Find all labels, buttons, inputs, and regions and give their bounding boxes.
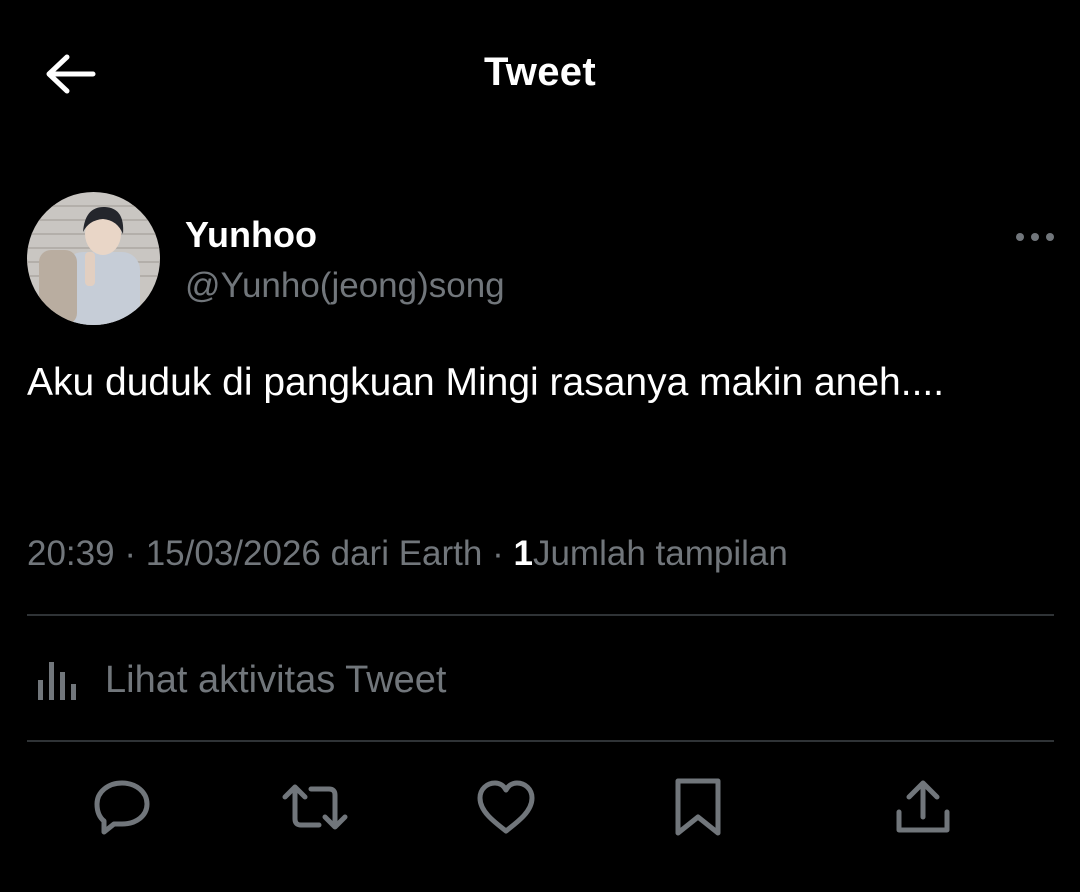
views-count: 1 — [513, 534, 533, 573]
retweet-icon — [282, 784, 348, 830]
divider — [27, 614, 1054, 616]
tweet-text: Aku duduk di pangkuan Mingi rasanya maki… — [27, 361, 945, 404]
tweet-activity-link[interactable]: Lihat aktivitas Tweet — [27, 640, 446, 720]
divider — [27, 740, 1054, 742]
retweet-button[interactable] — [280, 772, 350, 842]
tweet-date[interactable]: 15/03/2026 — [146, 534, 321, 573]
reply-icon — [94, 780, 150, 835]
bookmark-button[interactable] — [663, 772, 733, 842]
author-name[interactable]: Yunhoo — [185, 214, 317, 256]
avatar[interactable] — [27, 192, 160, 325]
top-bar: Tweet — [0, 0, 1080, 150]
bookmark-icon — [675, 778, 721, 836]
share-button[interactable] — [888, 772, 958, 842]
tweet-activity-label: Lihat aktivitas Tweet — [105, 658, 447, 701]
reply-button[interactable] — [87, 772, 157, 842]
meta-separator: · — [492, 534, 504, 573]
tweet-time: 20:39 — [27, 534, 115, 573]
heart-icon — [477, 780, 535, 834]
like-button[interactable] — [471, 772, 541, 842]
meta-separator: · — [124, 534, 136, 573]
tweet-source: dari Earth — [330, 534, 483, 573]
more-options-button[interactable] — [1010, 222, 1060, 252]
tweet-meta: 20:39 · 15/03/2026 dari Earth · 1Jumlah … — [27, 534, 788, 574]
views-label: Jumlah tampilan — [532, 534, 788, 573]
analytics-bars-icon — [27, 650, 87, 710]
share-icon — [896, 780, 950, 833]
author-handle[interactable]: @Yunho(jeong)song — [185, 266, 505, 306]
page-title: Tweet — [484, 50, 596, 94]
avatar-photo — [27, 192, 160, 325]
more-horizontal-icon — [1016, 233, 1054, 241]
